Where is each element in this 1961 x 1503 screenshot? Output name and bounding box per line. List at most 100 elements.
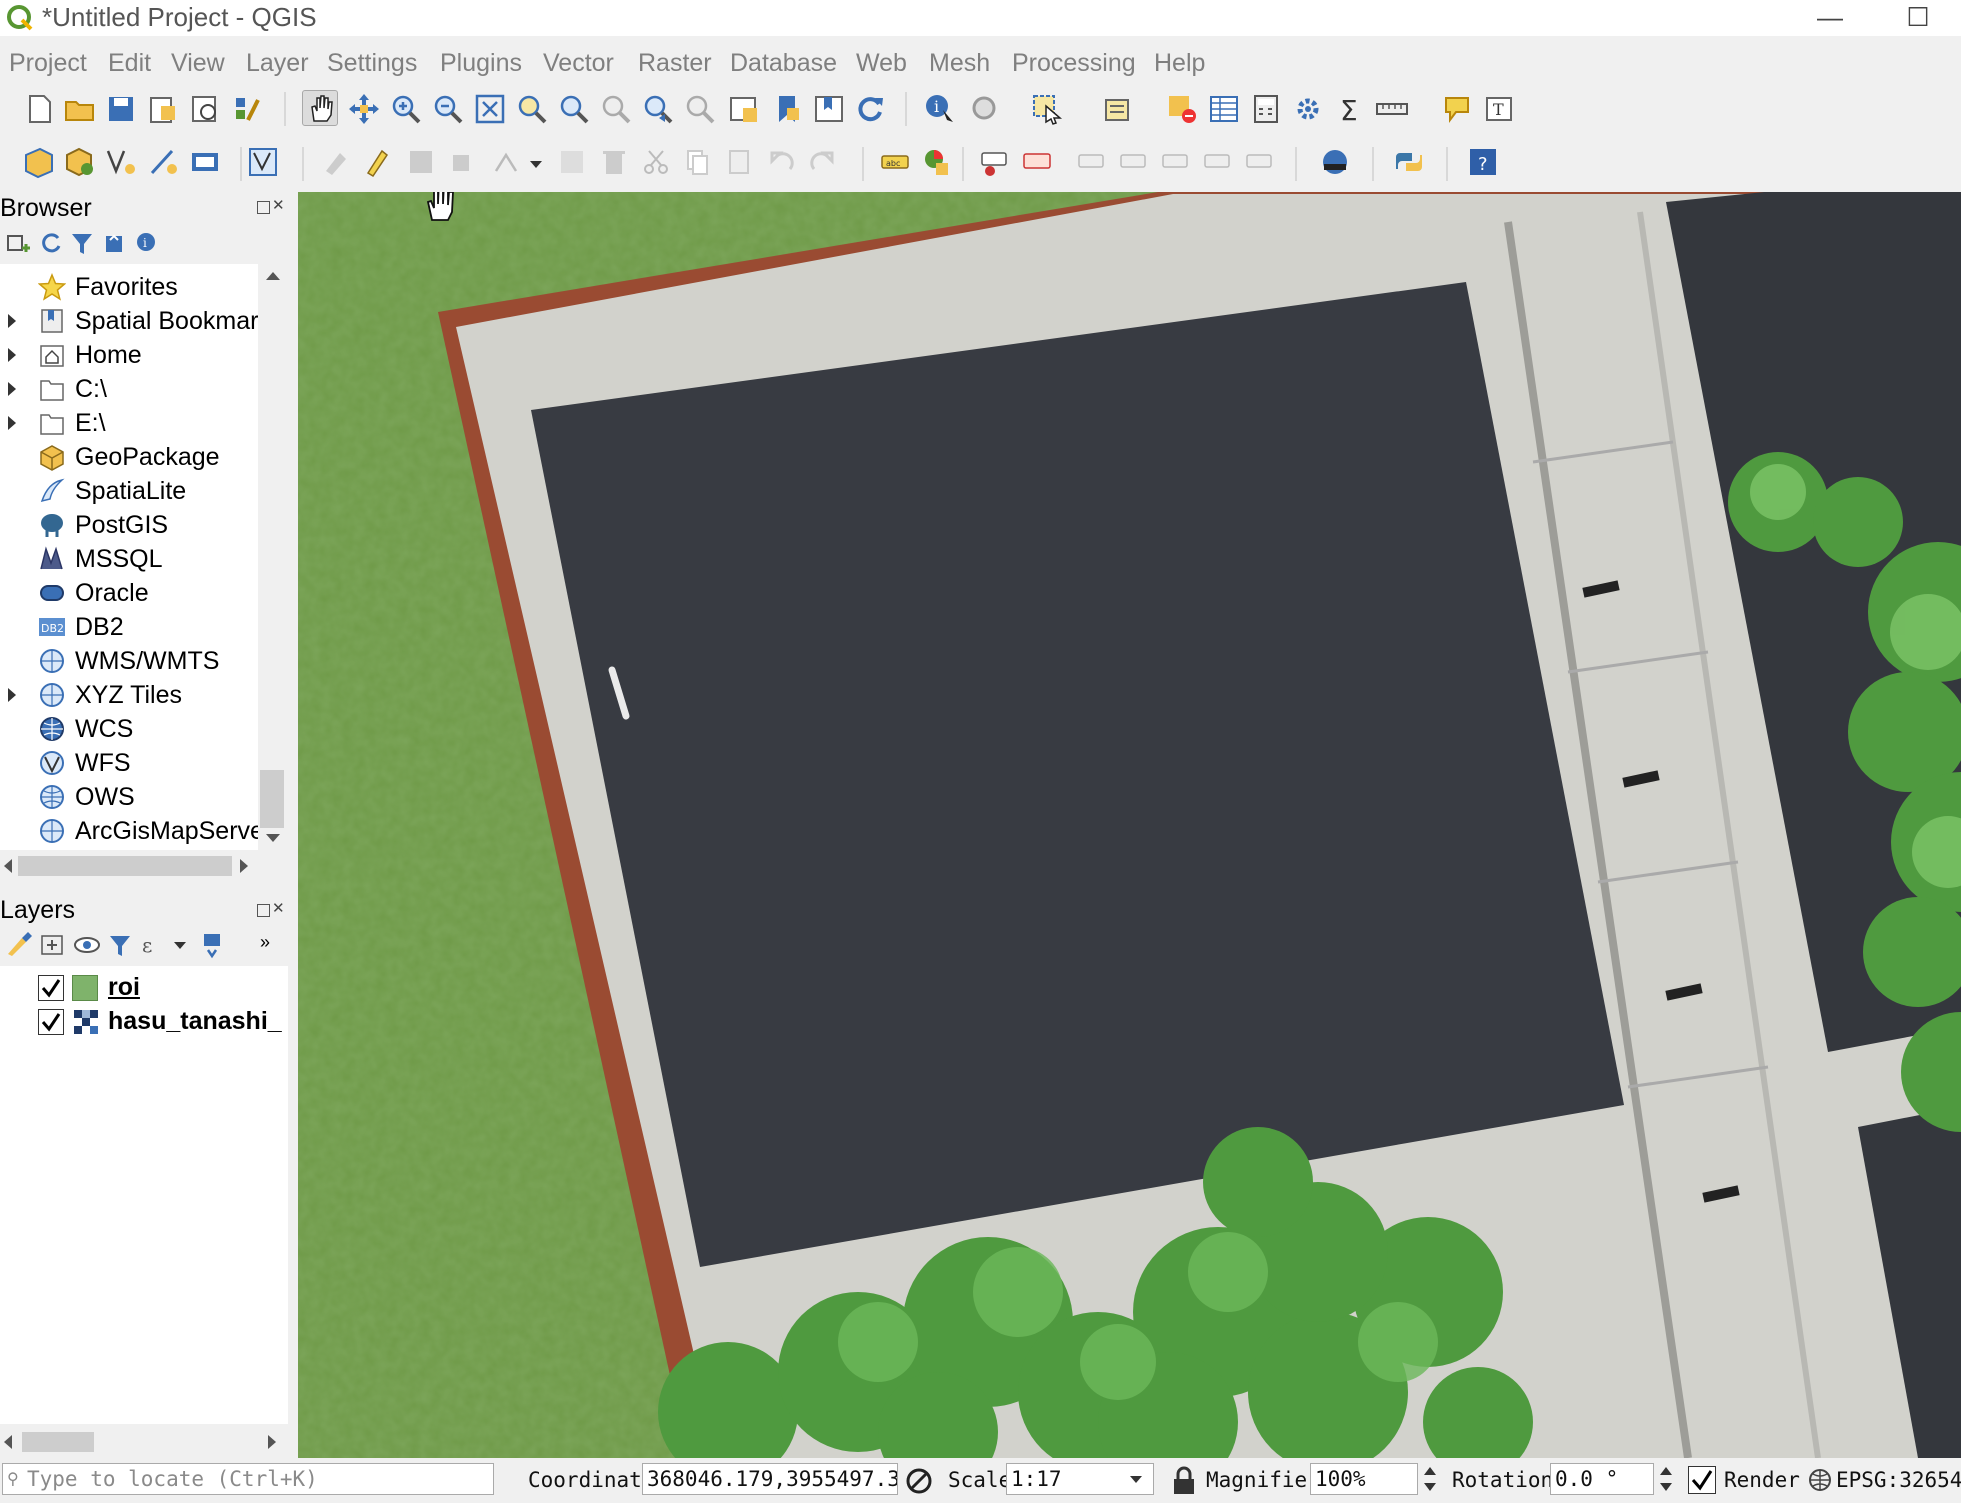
crs-globe-icon[interactable] (1808, 1468, 1832, 1492)
menu-mesh[interactable]: Mesh (929, 47, 990, 79)
close-panel-icon[interactable]: ✕ (272, 198, 285, 213)
browser-item-home[interactable]: Home (0, 338, 258, 372)
browser-item-spatial-bookmar[interactable]: Spatial Bookmar (0, 304, 258, 338)
select-features-icon[interactable] (1030, 92, 1064, 126)
scroll-right-arrow-icon[interactable] (240, 859, 248, 873)
zoom-in-icon[interactable] (389, 92, 423, 126)
pan-map-icon[interactable] (302, 90, 338, 126)
text-annotation-icon[interactable]: T (1483, 92, 1517, 126)
refresh-icon[interactable] (853, 92, 887, 126)
menu-layer[interactable]: Layer (246, 47, 309, 79)
data-source-manager-icon[interactable] (22, 145, 56, 179)
browser-item-xyz-tiles[interactable]: XYZ Tiles (0, 678, 258, 712)
highlight-pinned-labels-icon[interactable] (1020, 145, 1054, 179)
scroll-right-arrow-icon[interactable] (268, 1435, 276, 1449)
filter-browser-icon[interactable] (66, 226, 100, 260)
help-icon[interactable]: ? (1466, 145, 1500, 179)
modify-attributes-icon[interactable] (555, 145, 589, 179)
save-layer-edits-icon[interactable] (404, 145, 438, 179)
menu-web[interactable]: Web (856, 47, 907, 79)
browser-item-favorites[interactable]: Favorites (0, 270, 258, 304)
digitize-icon[interactable] (447, 145, 481, 179)
locator-placeholder[interactable]: Type to locate (Ctrl+K) (27, 1464, 318, 1494)
layer-row[interactable]: hasu_tanashi_ (0, 1004, 288, 1038)
deselect-all-icon[interactable] (1165, 92, 1199, 126)
menu-processing[interactable]: Processing (1012, 47, 1136, 79)
scale-dropdown-icon[interactable] (1130, 1476, 1142, 1483)
expand-caret-icon[interactable] (8, 416, 16, 430)
copy-features-icon[interactable] (680, 145, 714, 179)
collapse-all-icon[interactable] (98, 226, 132, 260)
quickmapservices-icon[interactable] (1318, 145, 1352, 179)
zoom-to-selection-icon[interactable] (515, 92, 549, 126)
add-selected-layers-icon[interactable] (2, 226, 36, 260)
new-spatialite-layer-icon[interactable] (146, 145, 180, 179)
refresh-browser-icon[interactable] (34, 226, 68, 260)
menu-project[interactable]: Project (9, 47, 87, 79)
style-manager-icon[interactable] (230, 92, 264, 126)
browser-item-postgis[interactable]: PostGIS (0, 508, 258, 542)
scroll-up-arrow-icon[interactable] (266, 272, 280, 280)
redo-icon[interactable] (806, 145, 840, 179)
layer-labeling-icon[interactable]: abc (878, 145, 912, 179)
show-bookmarks-icon[interactable] (812, 92, 846, 126)
expand-caret-icon[interactable] (8, 314, 16, 328)
rotation-field[interactable]: 0.0 ° (1550, 1463, 1654, 1495)
field-calculator-icon[interactable] (1249, 92, 1283, 126)
new-project-icon[interactable] (22, 92, 56, 126)
expand-caret-icon[interactable] (8, 348, 16, 362)
menu-edit[interactable]: Edit (108, 47, 151, 79)
zoom-last-icon[interactable] (641, 92, 675, 126)
undo-icon[interactable] (764, 145, 798, 179)
crs-label[interactable]: EPSG:32654 (1836, 1464, 1961, 1496)
expand-all-icon[interactable] (196, 928, 230, 962)
current-edits-icon[interactable] (320, 145, 354, 179)
toggle-editing-icon[interactable] (360, 145, 394, 179)
browser-horizontal-scrollbar[interactable] (0, 852, 258, 880)
vertex-tool-dropdown[interactable] (530, 161, 542, 168)
attribute-table-icon[interactable] (1207, 92, 1241, 126)
browser-item-wms-wmts[interactable]: WMS/WMTS (0, 644, 258, 678)
save-project-icon[interactable] (104, 92, 138, 126)
browser-item-spatialite[interactable]: SpatiaLite (0, 474, 258, 508)
cut-features-icon[interactable] (639, 145, 673, 179)
scroll-thumb[interactable] (260, 770, 284, 828)
magnifier-field[interactable]: 100% (1310, 1463, 1418, 1495)
map-canvas[interactable] (298, 192, 1961, 1458)
browser-item-mssql[interactable]: MSSQL (0, 542, 258, 576)
menu-plugins[interactable]: Plugins (440, 47, 522, 79)
processing-toolbox-icon[interactable] (1291, 92, 1325, 126)
rotate-label-icon[interactable] (1159, 145, 1193, 179)
zoom-full-icon[interactable] (473, 92, 507, 126)
render-checkbox[interactable] (1688, 1466, 1716, 1494)
run-action-icon[interactable] (968, 92, 1002, 126)
maximize-button[interactable]: ☐ (1898, 2, 1938, 32)
layout-manager-icon[interactable] (188, 92, 222, 126)
magnifier-spinner[interactable] (1420, 1463, 1440, 1495)
open-layer-styling-icon[interactable] (2, 928, 36, 962)
browser-item-geopackage[interactable]: GeoPackage (0, 440, 258, 474)
browser-item-ows[interactable]: OWS (0, 780, 258, 814)
menu-vector[interactable]: Vector (543, 47, 614, 79)
zoom-to-layer-icon[interactable] (557, 92, 591, 126)
minimize-button[interactable]: — (1810, 2, 1850, 32)
new-virtual-layer-icon[interactable] (188, 145, 222, 179)
browser-item-wcs[interactable]: WCS (0, 712, 258, 746)
menu-database[interactable]: Database (730, 47, 837, 79)
filter-legend-icon[interactable] (104, 928, 138, 962)
label-properties-icon[interactable] (1243, 145, 1277, 179)
float-panel-icon[interactable] (257, 201, 270, 214)
coordinate-field[interactable]: 368046.179,3955497.315 (642, 1463, 898, 1495)
browser-item-wfs[interactable]: WFS (0, 746, 258, 780)
new-geopackage-layer-icon[interactable] (63, 145, 97, 179)
properties-info-icon[interactable]: i (130, 226, 164, 260)
browser-item-e[interactable]: E:\ (0, 406, 258, 440)
close-panel-icon[interactable]: ✕ (272, 901, 285, 916)
menu-settings[interactable]: Settings (327, 47, 417, 79)
layer-diagram-icon[interactable] (920, 145, 954, 179)
select-by-value-icon[interactable] (1102, 92, 1136, 126)
zoom-next-icon[interactable] (683, 92, 717, 126)
zoom-native-icon[interactable] (599, 92, 633, 126)
pan-to-selection-icon[interactable] (347, 92, 381, 126)
browser-item-db2[interactable]: DB2 DB2 (0, 610, 258, 644)
